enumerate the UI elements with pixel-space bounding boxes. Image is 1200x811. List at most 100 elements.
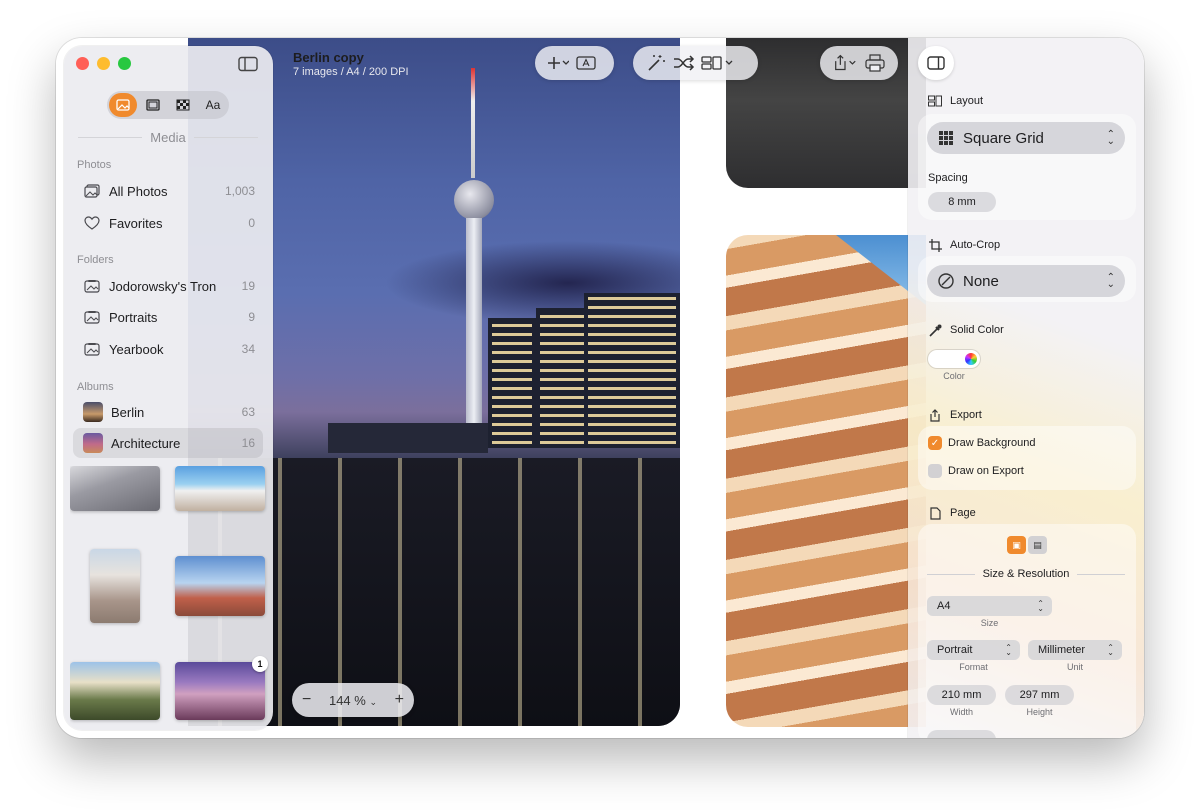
add-text-button[interactable] [575, 51, 597, 75]
document-subtitle: 7 images / A4 / 200 DPI [293, 66, 409, 78]
photo-thumbnail[interactable] [90, 549, 140, 623]
albums-section-title: Albums [77, 381, 114, 393]
sidebar-item-label: Portraits [109, 309, 158, 325]
layout-menu-button[interactable] [701, 51, 735, 75]
resolution-field[interactable] [927, 730, 996, 738]
size-resolution-label: Size & Resolution [982, 568, 1070, 580]
print-button[interactable] [864, 51, 886, 75]
zoom-out-button[interactable]: − [302, 691, 311, 709]
color-label: Color [943, 371, 965, 381]
tab-photos[interactable] [109, 93, 137, 117]
photo-thumbnail[interactable] [70, 466, 160, 511]
chevron-updown-icon: ⌃ ⌄ [1107, 643, 1114, 657]
sidebar: Aa Media Photos All Photos 1,003 Favorit… [64, 46, 273, 730]
add-button[interactable] [547, 51, 569, 75]
export-section-header: Export [928, 408, 982, 422]
unit-value: Millimeter [1038, 644, 1086, 656]
sidebar-item-all-photos[interactable]: All Photos 1,003 [73, 176, 263, 206]
layout-icon [928, 94, 942, 108]
draw-background-checkbox[interactable]: ✓ Draw Background [928, 436, 1035, 450]
output-toolbar-group [820, 46, 898, 80]
custom-page-icon[interactable]: ▤ [1028, 536, 1047, 554]
tab-frame[interactable] [139, 93, 167, 117]
height-field[interactable]: 297 mm [1005, 685, 1074, 705]
photos-stack-icon [83, 183, 101, 199]
sidebar-item-portraits[interactable]: Portraits 9 [73, 302, 263, 332]
format-value: Portrait [937, 644, 973, 656]
chevron-updown-icon: ⌃ ⌄ [1005, 643, 1012, 657]
unit-label: Unit [1066, 662, 1083, 672]
sidebar-item-count: 63 [241, 405, 255, 419]
share-icon [835, 54, 856, 71]
autocrop-label: Auto-Crop [950, 239, 1001, 251]
sidebar-icon [238, 56, 258, 72]
selection-count-badge: 1 [252, 656, 268, 672]
layout-select-value: Square Grid [963, 129, 1044, 147]
page-size-select[interactable]: A4 ⌃ ⌄ [927, 596, 1052, 616]
sidebar-item-berlin[interactable]: Berlin 63 [73, 397, 263, 427]
share-button[interactable] [832, 51, 858, 75]
photo-folder-icon [83, 309, 101, 325]
media-section-label: Media [78, 130, 258, 145]
height-label: Height [1026, 707, 1053, 717]
zoom-in-button[interactable]: + [395, 691, 404, 709]
sidebar-item-count: 1,003 [224, 184, 255, 198]
color-wheel-icon [965, 353, 977, 365]
photo-thumbnail[interactable] [70, 662, 160, 720]
autocrop-select[interactable]: None ⌃ ⌄ [927, 265, 1125, 297]
close-button[interactable] [76, 57, 89, 70]
chevron-updown-icon: ⌃ ⌄ [1106, 129, 1115, 147]
export-icon [928, 408, 942, 422]
magic-wand-icon [648, 55, 665, 71]
sidebar-item-favorites[interactable]: Favorites 0 [73, 208, 263, 238]
sidebar-item-jodorowskys-tron[interactable]: Jodorowsky's Tron 19 [73, 271, 263, 301]
width-field[interactable]: 210 mm [927, 685, 996, 705]
format-select[interactable]: Portrait ⌃ ⌄ [927, 640, 1020, 660]
crop-icon [928, 238, 942, 252]
heart-icon [83, 215, 101, 231]
draw-on-export-label: Draw on Export [948, 465, 1024, 477]
page-size-label: Size [980, 618, 999, 628]
tab-background[interactable] [169, 93, 197, 117]
text-box-icon [576, 56, 596, 70]
fit-page-icon[interactable]: ▣ [1007, 536, 1026, 554]
sidebar-item-label: Favorites [109, 215, 163, 231]
photo-thumbnail[interactable] [175, 466, 265, 511]
inspector-icon [927, 56, 945, 70]
none-icon [937, 272, 955, 290]
sidebar-item-count: 0 [248, 216, 255, 230]
color-well[interactable] [928, 350, 980, 368]
checkerboard-icon [176, 99, 190, 111]
layout-label: Layout [950, 95, 984, 107]
photo-thumbnail-grid[interactable]: 1 [70, 466, 270, 728]
sidebar-item-architecture[interactable]: Architecture 16 [73, 428, 263, 458]
solid-color-section-header: Solid Color [928, 323, 1004, 337]
document-title: Berlin copy [293, 50, 364, 65]
canvas-photo-train[interactable] [726, 235, 926, 727]
page-label: Page [950, 507, 976, 519]
minimize-button[interactable] [97, 57, 110, 70]
draw-on-export-checkbox[interactable]: Draw on Export [928, 464, 1024, 478]
shuffle-icon [674, 55, 695, 71]
photo-thumbnail[interactable] [175, 662, 265, 720]
auto-arrange-button[interactable] [645, 51, 667, 75]
sidebar-toggle-button[interactable] [238, 56, 260, 74]
checkbox-unchecked-icon [928, 464, 942, 478]
page-size-value: A4 [937, 600, 951, 612]
zoom-button[interactable] [118, 57, 131, 70]
zoom-level-dropdown[interactable]: 144 % ⌄ [329, 693, 377, 708]
layout-select[interactable]: Square Grid ⌃ ⌄ [927, 122, 1125, 154]
shuffle-button[interactable] [673, 51, 695, 75]
tab-text[interactable]: Aa [199, 93, 227, 117]
photo-icon [116, 99, 130, 111]
inspector-toggle-button[interactable] [918, 46, 954, 80]
page-mode-segmented-control: ▣ ▤ [1007, 536, 1047, 554]
unit-select[interactable]: Millimeter ⌃ ⌄ [1028, 640, 1122, 660]
photo-thumbnail[interactable] [175, 556, 265, 616]
sidebar-item-count: 34 [241, 342, 255, 356]
sidebar-item-label: Yearbook [109, 341, 164, 357]
spacing-field[interactable]: 8 mm [928, 192, 996, 212]
sidebar-item-yearbook[interactable]: Yearbook 34 [73, 334, 263, 364]
autocrop-select-value: None [963, 272, 999, 290]
size-resolution-divider: Size & Resolution [927, 568, 1125, 580]
